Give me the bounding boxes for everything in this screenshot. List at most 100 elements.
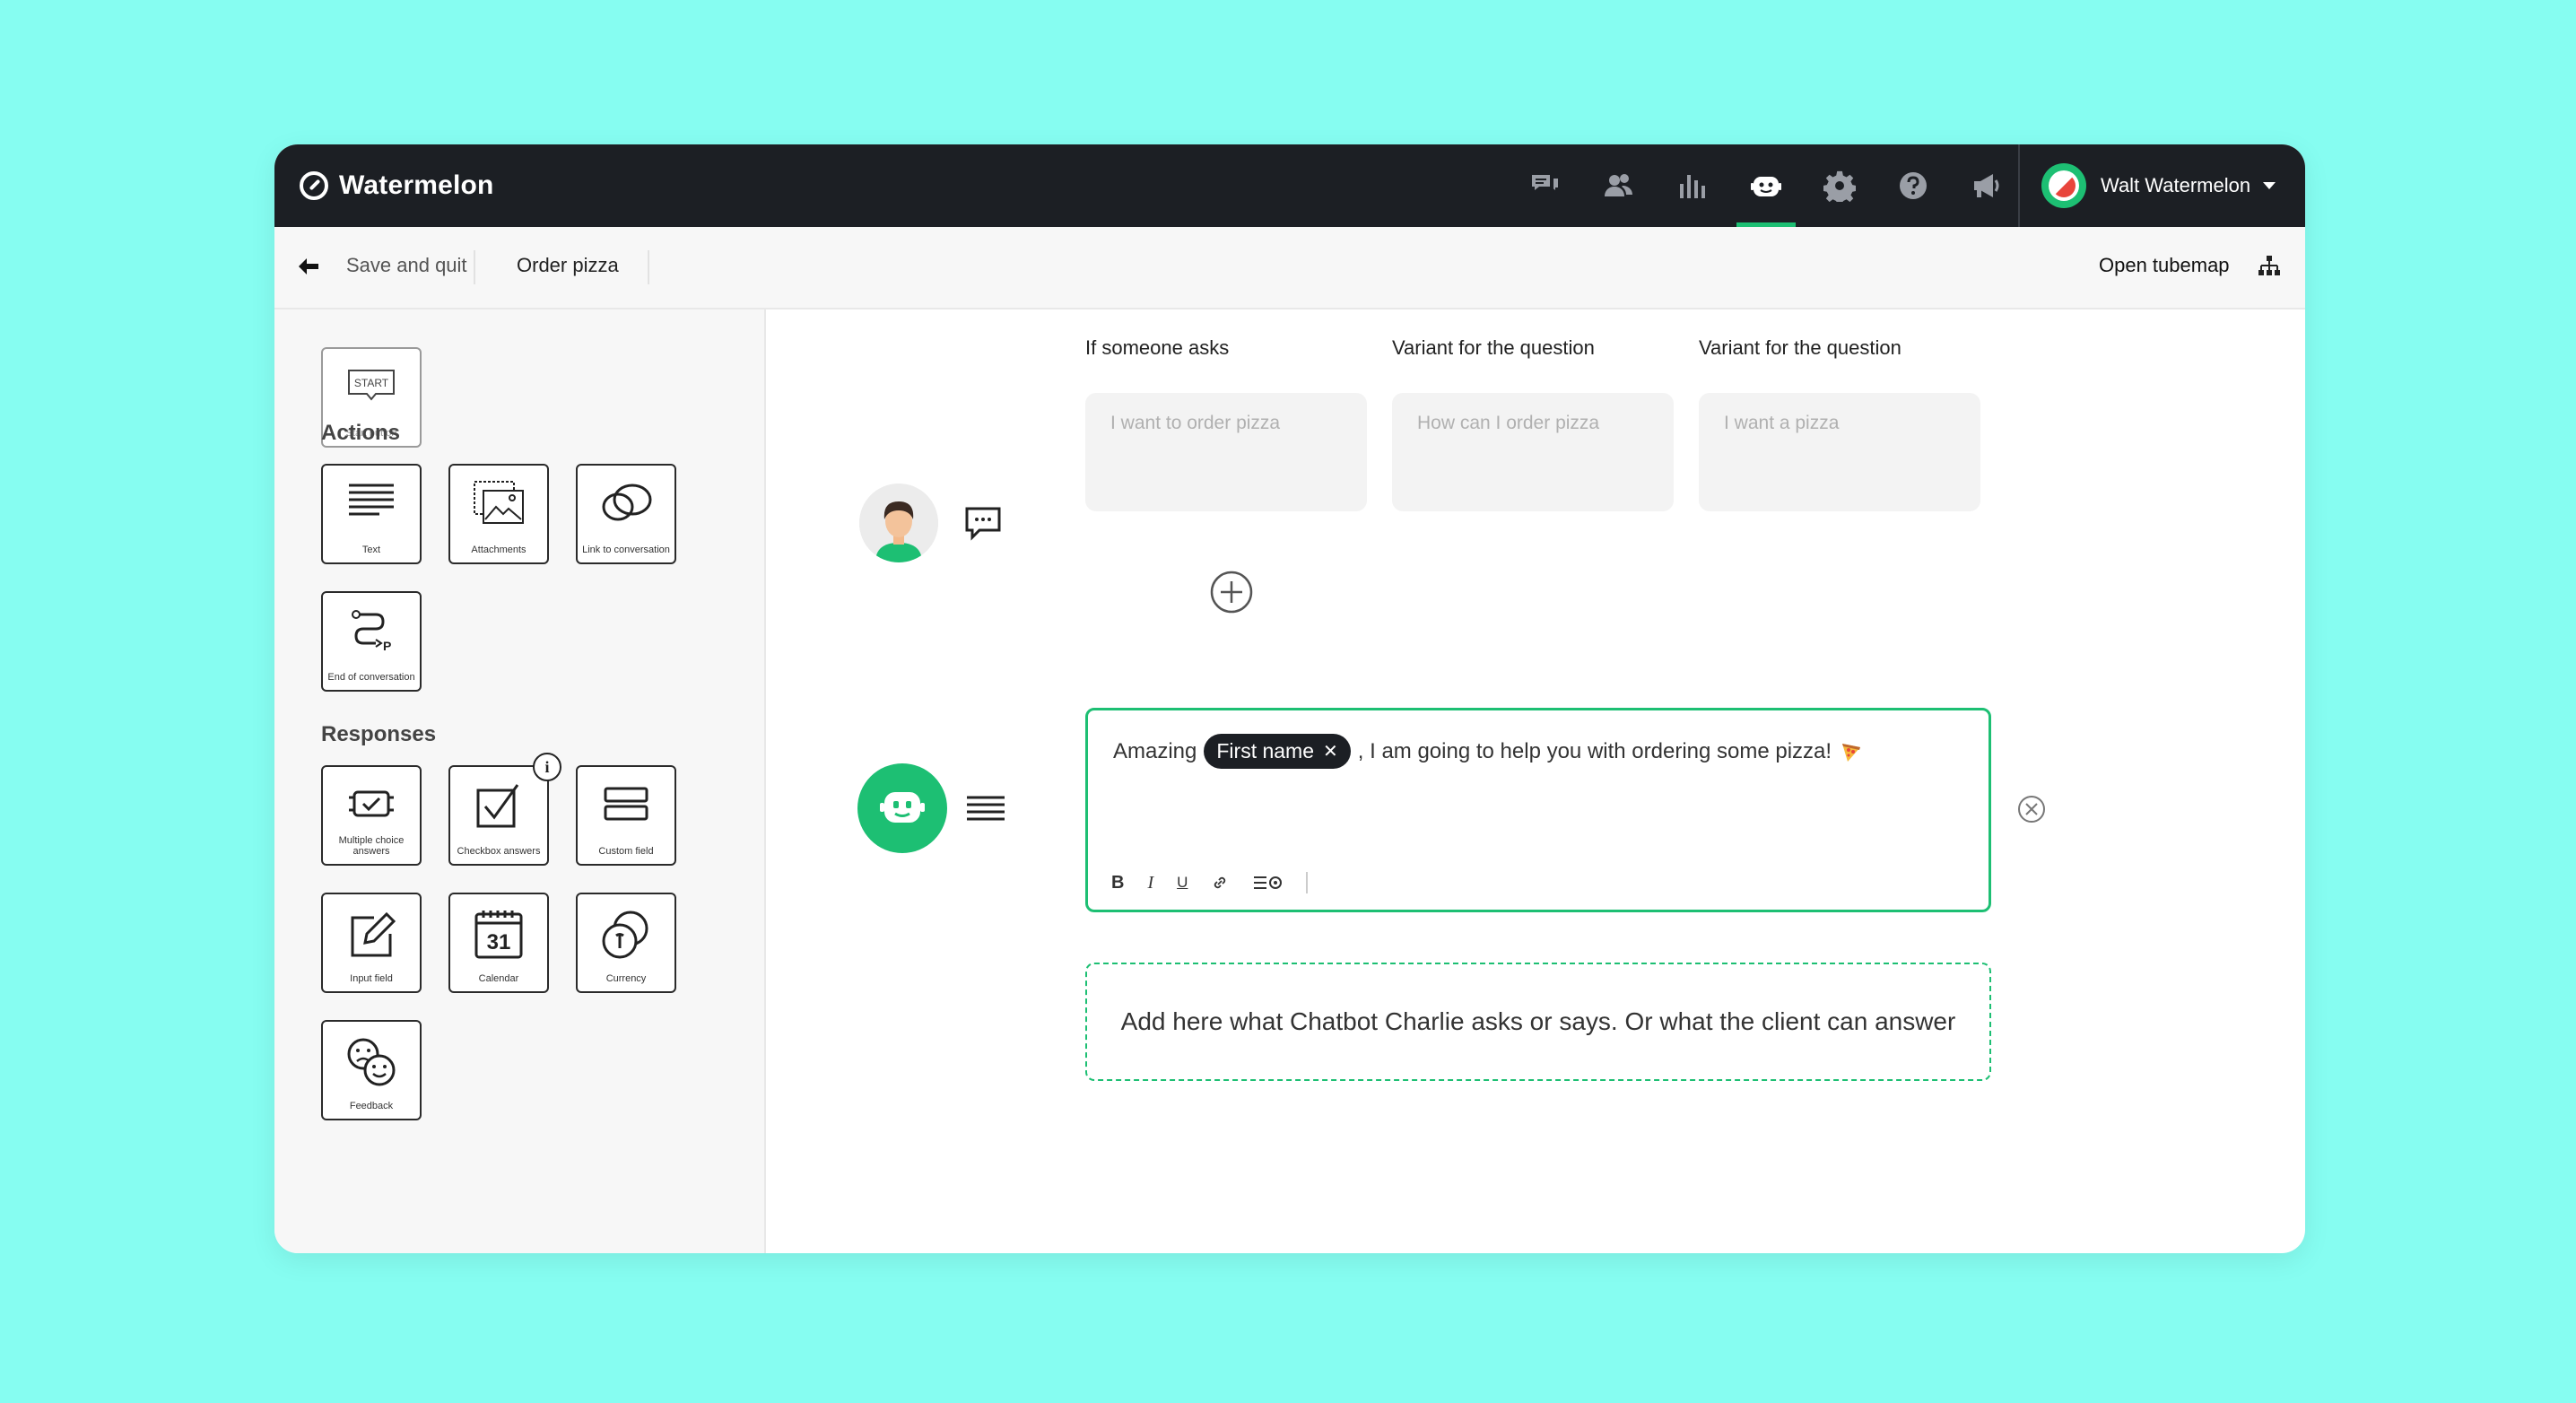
text-lines-icon [967,796,1005,821]
tile-label: Calendar [478,973,519,984]
svg-text:P: P [383,639,391,653]
calendar-tile[interactable]: 31 Calendar [448,893,549,993]
variant-field[interactable] [1392,393,1674,511]
message-editor[interactable]: Amazing First name ✕ , I am going to hel… [1085,708,1991,912]
variant-label: Variant for the question [1392,336,1595,359]
checkbox-tile[interactable]: Checkbox answers [448,765,549,866]
chip-label: First name [1216,739,1315,762]
tile-label: Currency [605,973,647,984]
bold-button[interactable]: B [1111,873,1124,893]
custom-field-icon [604,787,648,821]
help-icon [1900,172,1927,199]
info-icon[interactable]: i [533,753,561,781]
app-window: Watermelon Walt Watermelon Save and quit… [274,144,2305,1253]
bot-icon [1751,177,1781,196]
sitemap-icon[interactable] [2257,254,2282,279]
currency-tile[interactable]: Currency [576,893,676,993]
tile-label: Multiple choice answers [338,835,405,857]
nav-help[interactable] [1876,144,1950,227]
nav-divider [2018,144,2020,227]
flow-name[interactable]: Order pizza [517,254,619,277]
tile-label: Feedback [349,1101,394,1111]
input-field-tile[interactable]: Input field [321,893,422,993]
tile-label: Attachments [471,545,527,555]
watermelon-logo-icon [300,171,328,200]
currency-icon [602,911,648,959]
tile-label: Link to conversation [582,545,670,555]
user-menu[interactable]: Walt Watermelon [2041,144,2276,227]
gear-icon [1823,170,1856,202]
text-lines-icon [349,484,394,516]
message-content[interactable]: Amazing First name ✕ , I am going to hel… [1113,734,1862,769]
attachments-icon [474,481,524,524]
link-conversation-icon [602,484,652,521]
customer-avatar [859,484,938,562]
brand[interactable]: Watermelon [300,144,494,227]
question-field[interactable] [1085,393,1367,511]
chevron-down-icon [2263,182,2276,189]
question-input[interactable] [1110,413,1342,434]
add-variant-icon[interactable] [1209,570,1254,614]
chat-bubbles-icon [1532,175,1560,195]
variant-input[interactable] [1724,413,1955,434]
flow-toolbar: Save and quit Order pizza Open tubemap [274,227,2305,309]
variant-input[interactable] [1417,413,1649,434]
user-avatar [2041,163,2086,208]
chatbot-avatar [857,763,947,853]
responses-title: Responses [321,722,437,746]
divider [648,250,649,284]
message-suffix: , I am going to help you with ordering s… [1357,738,1832,763]
multiple-choice-icon [349,790,394,817]
link-icon[interactable] [1211,874,1229,892]
insert-variable-icon[interactable] [1252,874,1283,892]
underline-button[interactable]: U [1177,874,1188,892]
tile-label: Custom field [598,846,654,857]
toolbar-separator [1306,872,1309,893]
users-icon [1605,174,1632,196]
save-and-quit-link[interactable]: Save and quit [346,254,467,277]
start-text: START [354,377,389,389]
open-tubemap-link[interactable]: Open tubemap [2099,254,2230,277]
calendar-icon: 31 [474,911,523,959]
italic-button[interactable]: I [1147,873,1153,893]
nav-statistics[interactable] [1656,144,1729,227]
formatting-toolbar: B I U [1111,872,1309,893]
nav-settings[interactable] [1803,144,1876,227]
watermelon-avatar-icon [2049,170,2079,201]
brand-name: Watermelon [339,170,494,200]
bar-chart-icon [1680,175,1705,198]
calendar-day: 31 [487,930,511,954]
end-conversation-icon: P [352,610,391,653]
multiple-choice-tile[interactable]: Multiple choice answers [321,765,422,866]
tile-label: Checkbox answers [457,846,541,857]
back-arrow-icon[interactable] [296,254,321,279]
bot-icon [880,792,925,823]
tile-label: Input field [350,973,393,984]
variant-label: Variant for the question [1699,336,1902,359]
feedback-tile[interactable]: Feedback [321,1020,422,1120]
link-conversation-tile[interactable]: Link to conversation [576,464,676,564]
nav-conversations[interactable] [1509,144,1582,227]
megaphone-icon [1974,174,1999,197]
first-name-variable-chip[interactable]: First name ✕ [1204,734,1351,769]
text-tile[interactable]: Text [321,464,422,564]
divider [474,250,475,284]
feedback-icon [347,1038,396,1086]
top-navbar: Watermelon Walt Watermelon [274,144,2305,227]
attachments-tile[interactable]: Attachments [448,464,549,564]
main-nav [1509,144,2023,227]
nav-announcements[interactable] [1950,144,2023,227]
nav-contacts[interactable] [1582,144,1656,227]
remove-chip-icon[interactable]: ✕ [1323,740,1338,762]
speech-bubble-icon [965,507,1001,541]
tile-label: End of conversation [327,672,415,683]
delete-block-icon[interactable] [2016,794,2047,824]
message-prefix: Amazing [1113,738,1197,763]
custom-field-tile[interactable]: Custom field [576,765,676,866]
nav-chatbot[interactable] [1729,144,1803,227]
end-conversation-tile[interactable]: P End of conversation [321,591,422,692]
start-bubble-icon: START [348,370,395,401]
variant-field[interactable] [1699,393,1980,511]
add-block-dropzone[interactable]: Add here what Chatbot Charlie asks or sa… [1085,963,1991,1081]
checkbox-icon [476,784,519,828]
